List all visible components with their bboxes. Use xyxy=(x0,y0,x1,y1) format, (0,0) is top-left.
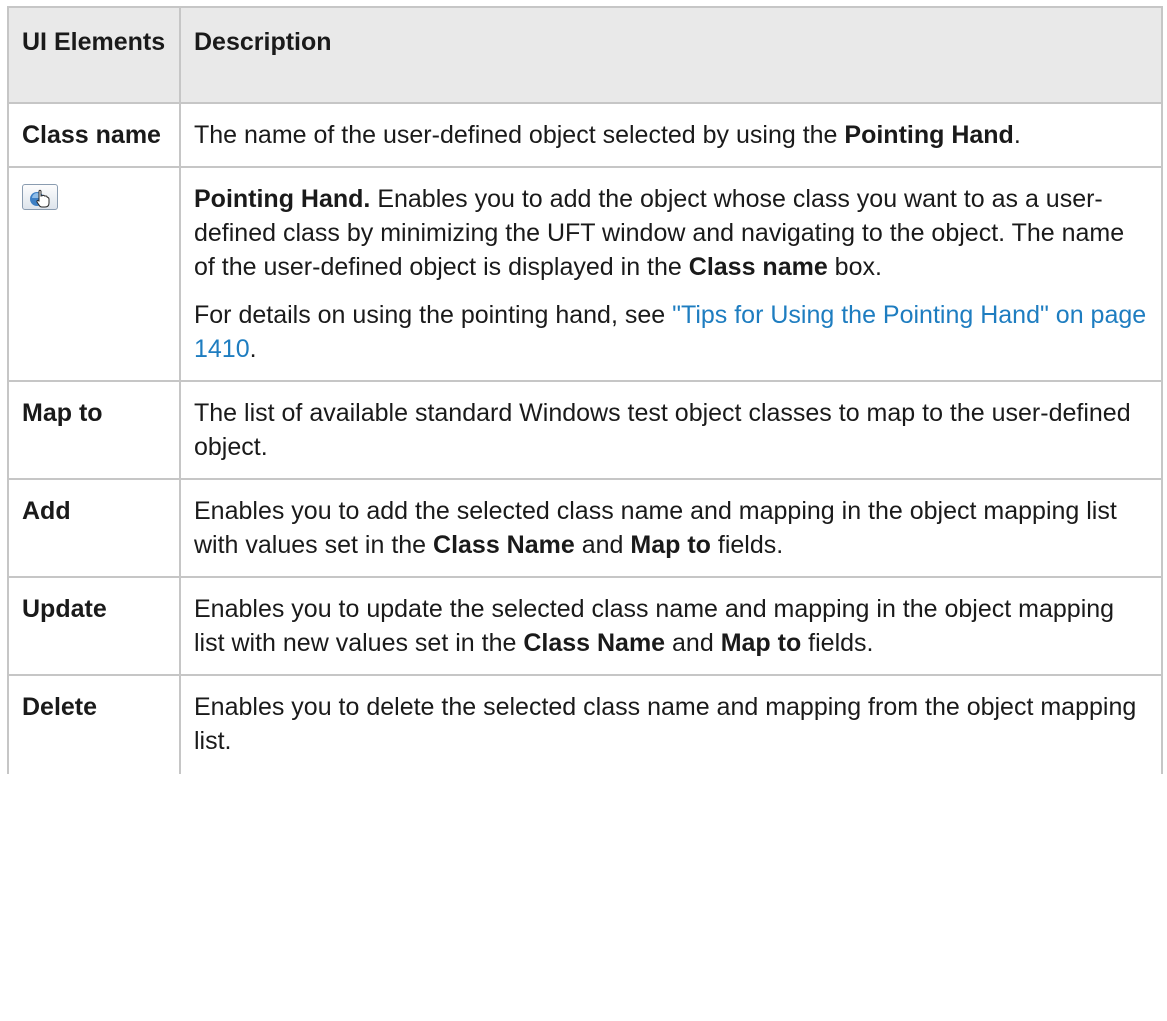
pointing-hand-icon xyxy=(30,189,50,208)
row-update: Update Enables you to update the selecte… xyxy=(7,576,1163,676)
desc-text: . xyxy=(1013,121,1021,149)
term-update: Update xyxy=(7,576,181,676)
term-map-to: Map to xyxy=(7,380,181,480)
header-description: Description xyxy=(179,6,1163,104)
desc-bold: Class Name xyxy=(523,629,666,657)
row-add: Add Enables you to add the selected clas… xyxy=(7,478,1163,578)
row-map-to: Map to The list of available standard Wi… xyxy=(7,380,1163,480)
desc-bold: Pointing Hand. xyxy=(194,185,371,213)
desc-text: The list of available standard Windows t… xyxy=(194,399,1131,461)
term-class-name: Class name xyxy=(7,102,181,168)
desc-add: Enables you to add the selected class na… xyxy=(179,478,1163,578)
pointing-hand-button[interactable] xyxy=(22,184,58,210)
desc-update: Enables you to update the selected class… xyxy=(179,576,1163,676)
desc-pointing-hand: Pointing Hand. Enables you to add the ob… xyxy=(179,166,1163,382)
ui-elements-table: UI Elements Description Class name The n… xyxy=(7,6,1163,774)
desc-map-to: The list of available standard Windows t… xyxy=(179,380,1163,480)
desc-text: fields. xyxy=(801,629,874,657)
desc-text: The name of the user-defined object sele… xyxy=(194,121,845,149)
desc-bold: Class name xyxy=(688,253,828,281)
desc-bold: Map to xyxy=(630,531,711,559)
row-pointing-hand: Pointing Hand. Enables you to add the ob… xyxy=(7,166,1163,382)
desc-bold: Class Name xyxy=(433,531,575,559)
term-add: Add xyxy=(7,478,181,578)
desc-bold: Pointing Hand xyxy=(844,121,1014,149)
row-delete: Delete Enables you to delete the selecte… xyxy=(7,674,1163,774)
desc-class-name: The name of the user-defined object sele… xyxy=(179,102,1163,168)
desc-text: Enables you to delete the selected class… xyxy=(194,693,1137,755)
desc-text: box. xyxy=(827,253,882,281)
term-delete: Delete xyxy=(7,674,181,774)
header-ui-elements: UI Elements xyxy=(7,6,181,104)
desc-delete: Enables you to delete the selected class… xyxy=(179,674,1163,774)
row-class-name: Class name The name of the user-defined … xyxy=(7,102,1163,168)
term-pointing-hand xyxy=(7,166,181,382)
desc-text: and xyxy=(665,629,721,657)
desc-text: . xyxy=(249,335,257,363)
desc-text: For details on using the pointing hand, … xyxy=(194,301,673,329)
table-header-row: UI Elements Description xyxy=(7,6,1163,104)
desc-text: fields. xyxy=(710,531,784,559)
desc-bold: Map to xyxy=(720,629,802,657)
desc-text: and xyxy=(574,531,631,559)
